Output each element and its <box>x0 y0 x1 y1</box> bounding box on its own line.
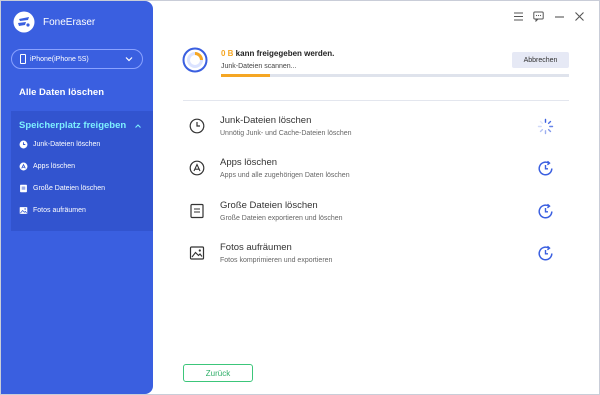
phone-icon <box>20 54 26 64</box>
sidebar-item-erase-all[interactable]: Alle Daten löschen <box>19 87 104 98</box>
freeable-amount: 0 B <box>221 49 234 58</box>
file-icon <box>190 203 204 219</box>
task-title: Große Dateien löschen <box>220 200 318 211</box>
app-window: FoneEraser iPhone(iPhone 5S) Alle Daten … <box>0 0 600 395</box>
photo-icon <box>19 207 28 214</box>
scan-status: Junk-Dateien scannen... <box>221 63 297 70</box>
pending-clock-icon <box>538 245 553 261</box>
sidebar-item-apps[interactable]: Apps löschen <box>19 162 75 171</box>
task-title: Apps löschen <box>220 157 278 168</box>
back-button[interactable]: Zurück <box>183 364 253 382</box>
feedback-icon[interactable] <box>533 11 544 22</box>
pending-clock-icon <box>538 160 553 176</box>
app-logo: FoneEraser <box>13 11 95 33</box>
loading-spinner-icon <box>537 118 554 135</box>
scan-progress-bar <box>221 74 569 77</box>
scan-title: 0 B kann freigegeben werden. <box>221 49 334 58</box>
task-row-large-files: Große Dateien löschen Große Dateien expo… <box>183 199 569 239</box>
task-title: Junk-Dateien löschen <box>220 115 312 126</box>
sidebar-group-free-space: Speicherplatz freigeben Junk-Dateien lös… <box>11 111 153 231</box>
sidebar-item-junk[interactable]: Junk-Dateien löschen <box>19 140 100 149</box>
clock-icon <box>19 140 28 149</box>
task-description: Unnötig Junk- und Cache-Dateien löschen <box>220 130 352 137</box>
task-description: Fotos komprimieren und exportieren <box>220 257 333 264</box>
sidebar-item-label: Fotos aufräumen <box>33 207 86 214</box>
sidebar: FoneEraser iPhone(iPhone 5S) Alle Daten … <box>1 1 153 394</box>
clock-icon <box>189 118 205 134</box>
device-dropdown[interactable]: iPhone(iPhone 5S) <box>11 49 143 69</box>
pending-clock-icon <box>538 203 553 219</box>
close-icon[interactable] <box>574 11 585 22</box>
app-title: FoneEraser <box>43 16 96 28</box>
task-description: Apps und alle zugehörigen Daten löschen <box>220 172 350 179</box>
scan-title-suffix: kann freigegeben werden. <box>233 49 335 58</box>
sidebar-item-label: Junk-Dateien löschen <box>33 141 101 148</box>
photo-icon <box>189 246 205 260</box>
task-title: Fotos aufräumen <box>220 242 292 253</box>
task-row-photos: Fotos aufräumen Fotos komprimieren und e… <box>183 241 569 281</box>
scan-progress-ring-icon <box>182 47 208 73</box>
sidebar-item-label: Apps löschen <box>33 163 76 170</box>
task-row-apps: Apps löschen Apps und alle zugehörigen D… <box>183 156 569 196</box>
sidebar-group-title[interactable]: Speicherplatz freigeben <box>19 120 142 131</box>
menu-icon[interactable] <box>513 11 524 22</box>
task-row-junk: Junk-Dateien löschen Unnötig Junk- und C… <box>183 114 569 154</box>
app-store-icon <box>19 162 28 171</box>
chevron-up-icon <box>135 123 142 128</box>
task-description: Große Dateien exportieren und löschen <box>220 215 343 222</box>
divider <box>183 100 569 101</box>
sidebar-item-label: Große Dateien löschen <box>33 185 105 192</box>
chevron-down-icon <box>125 57 133 62</box>
sidebar-item-large-files[interactable]: Große Dateien löschen <box>19 184 105 193</box>
app-store-icon <box>189 160 205 176</box>
file-icon <box>20 184 27 193</box>
sidebar-item-photos[interactable]: Fotos aufräumen <box>19 206 86 215</box>
scan-progress-fill <box>221 74 270 77</box>
device-label: iPhone(iPhone 5S) <box>30 55 89 63</box>
sidebar-group-label: Speicherplatz freigeben <box>19 120 127 131</box>
abort-button[interactable]: Abbrechen <box>512 52 569 68</box>
minimize-icon[interactable] <box>554 11 565 22</box>
fonereaser-logo-icon <box>13 11 35 33</box>
